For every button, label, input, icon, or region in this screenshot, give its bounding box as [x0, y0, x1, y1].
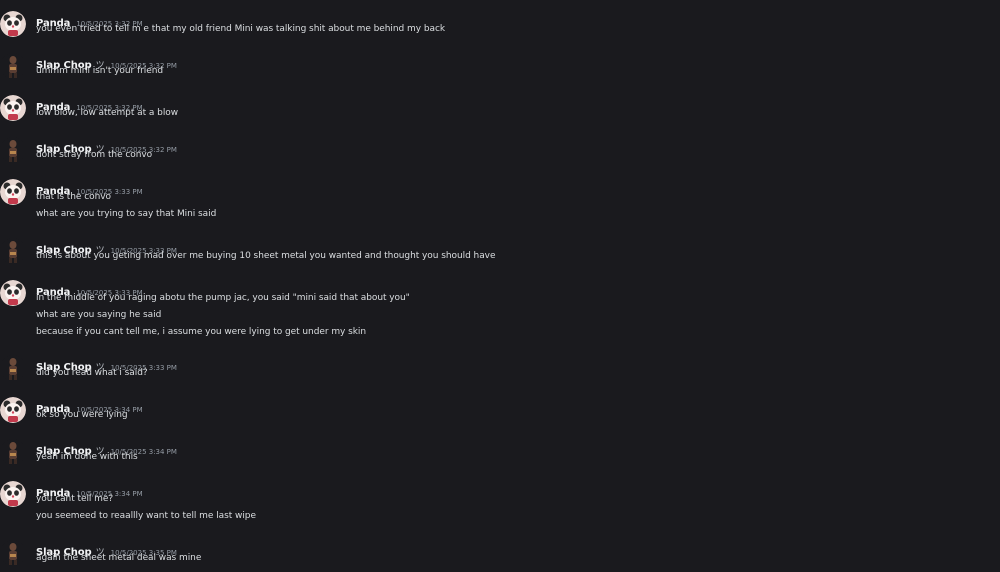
message-group[interactable]: Slap Chop ツ 10/5/2025 3:33 PM did you read … — [0, 355, 1000, 386]
message-header: Panda 10/5/2025 3:33 PM — [36, 280, 143, 298]
message-header: Slap Chop ツ 10/5/2025 3:34 PM — [36, 439, 177, 457]
message-text: you seemeed to reaallly want to tell me … — [36, 511, 256, 521]
character-avatar-icon[interactable] — [0, 355, 26, 381]
message-header: Slap Chop ツ 10/5/2025 3:35 PM — [36, 540, 177, 558]
message-header: Panda 10/5/2025 3:33 PM — [36, 179, 143, 197]
message-header: Panda 10/5/2025 3:34 PM — [36, 481, 143, 499]
message-text: that is the convo — [36, 192, 111, 202]
message-text: this is about you geting mad over me buy… — [36, 251, 496, 261]
panda-avatar-icon[interactable] — [0, 11, 26, 37]
message-group[interactable]: Slap Chop ツ 10/5/2025 3:33 PM this is about… — [0, 238, 1000, 269]
message-text: you cant tell me? — [36, 494, 114, 504]
message-text: again the sheet metal deal was mine — [36, 553, 202, 563]
message-header: Slap Chop ツ 10/5/2025 3:33 PM — [36, 238, 177, 256]
message-header: Panda 10/5/2025 3:34 PM — [36, 397, 143, 415]
message-group[interactable]: Slap Chop ツ 10/5/2025 3:32 PM ummm mini isn… — [0, 53, 1000, 84]
message-group[interactable]: Panda 10/5/2025 3:33 PM that is the convo w… — [0, 179, 1000, 227]
message-header: Slap Chop ツ 10/5/2025 3:32 PM — [36, 53, 177, 71]
character-avatar-icon[interactable] — [0, 439, 26, 465]
message-header: Slap Chop ツ 10/5/2025 3:33 PM — [36, 355, 177, 373]
message-group[interactable]: Panda 10/5/2025 3:32 PM low blow, low atte… — [0, 95, 1000, 126]
message-group[interactable]: Slap Chop ツ 10/5/2025 3:34 PM yeah im done … — [0, 439, 1000, 470]
character-avatar-icon[interactable] — [0, 540, 26, 566]
message-header: Slap Chop ツ 10/5/2025 3:32 PM — [36, 137, 177, 155]
message-group[interactable]: Panda 10/5/2025 3:34 PM ok so you were lyi… — [0, 397, 1000, 428]
message-header: Panda 10/5/2025 3:32 PM — [36, 11, 143, 29]
panda-avatar-icon[interactable] — [0, 280, 26, 306]
message-text: you even tried to tell m e that my old f… — [36, 24, 446, 34]
message-text: what are you saying he said — [36, 310, 162, 320]
panda-avatar-icon[interactable] — [0, 481, 26, 507]
message-group[interactable]: Panda 10/5/2025 3:34 PM you cant tell me? y… — [0, 481, 1000, 529]
message-header: Panda 10/5/2025 3:32 PM — [36, 95, 143, 113]
message-text: ok so you were lying — [36, 410, 128, 420]
message-text: because if you cant tell me, i assume yo… — [36, 327, 367, 337]
message-group[interactable]: Panda 10/5/2025 3:32 PM you even tried to … — [0, 11, 1000, 42]
character-avatar-icon[interactable] — [0, 238, 26, 264]
panda-avatar-icon[interactable] — [0, 95, 26, 121]
message-group[interactable]: Panda 10/5/2025 3:33 PM in the middle of y… — [0, 280, 1000, 345]
message-text: dont stray from the convo — [36, 150, 153, 160]
message-text: low blow, low attempt at a blow — [36, 108, 179, 118]
panda-avatar-icon[interactable] — [0, 179, 26, 205]
message-group[interactable]: Slap Chop ツ 10/5/2025 3:35 PM again the she… — [0, 540, 1000, 571]
chat-message-list[interactable]: Panda 10/5/2025 3:32 PM you even tried to … — [0, 0, 1000, 572]
panda-avatar-icon[interactable] — [0, 397, 26, 423]
message-text: ummm mini isn't your friend — [36, 66, 164, 76]
character-avatar-icon[interactable] — [0, 53, 26, 79]
message-text: what are you trying to say that Mini sai… — [36, 209, 217, 219]
message-text: yeah im done with this — [36, 452, 138, 462]
message-group[interactable]: Slap Chop ツ 10/5/2025 3:32 PM dont stray fr… — [0, 137, 1000, 168]
character-avatar-icon[interactable] — [0, 137, 26, 163]
message-text: in the middle of you raging abotu the pu… — [36, 293, 410, 303]
message-text: did you read what i said? — [36, 368, 148, 378]
